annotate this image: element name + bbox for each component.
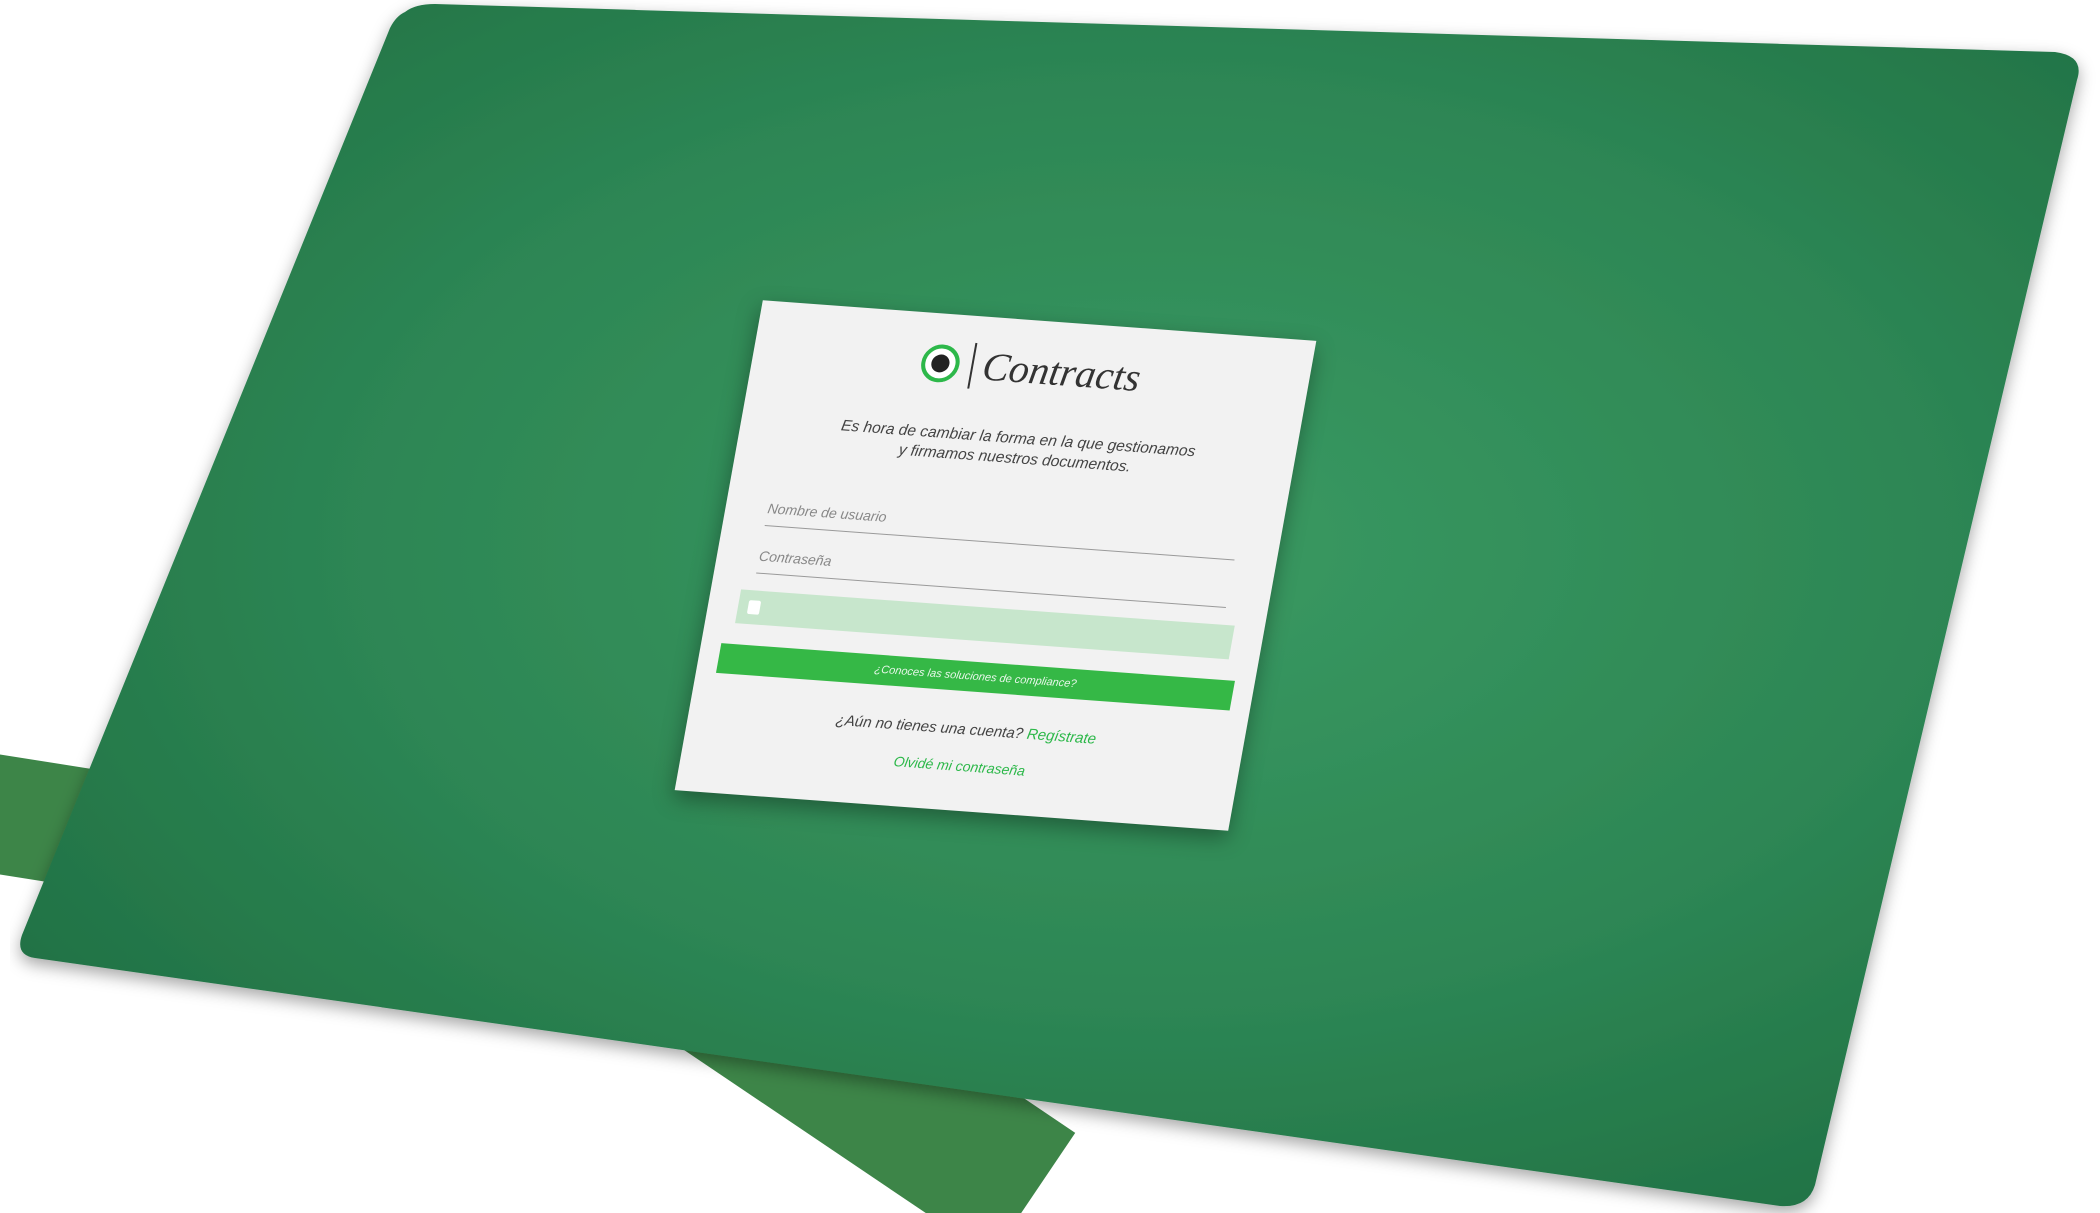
lock-icon — [746, 600, 762, 615]
logo-divider — [966, 342, 978, 389]
decorative-stripe-bottom — [610, 875, 1076, 1213]
contracts-logo-icon — [917, 342, 963, 384]
signup-prompt: ¿Aún no tienes una cuenta? — [834, 711, 1025, 743]
tagline: Es hora de cambiar la forma en la que ge… — [776, 412, 1257, 486]
brand-name: Contracts — [978, 343, 1145, 400]
login-card: Contracts Es hora de cambiar la forma en… — [674, 300, 1317, 831]
stage: Contracts Es hora de cambiar la forma en… — [0, 0, 2100, 1213]
decorative-stripe-left — [0, 744, 130, 896]
signup-link[interactable]: Regístrate — [1025, 726, 1097, 748]
logo: Contracts — [750, 326, 1312, 413]
